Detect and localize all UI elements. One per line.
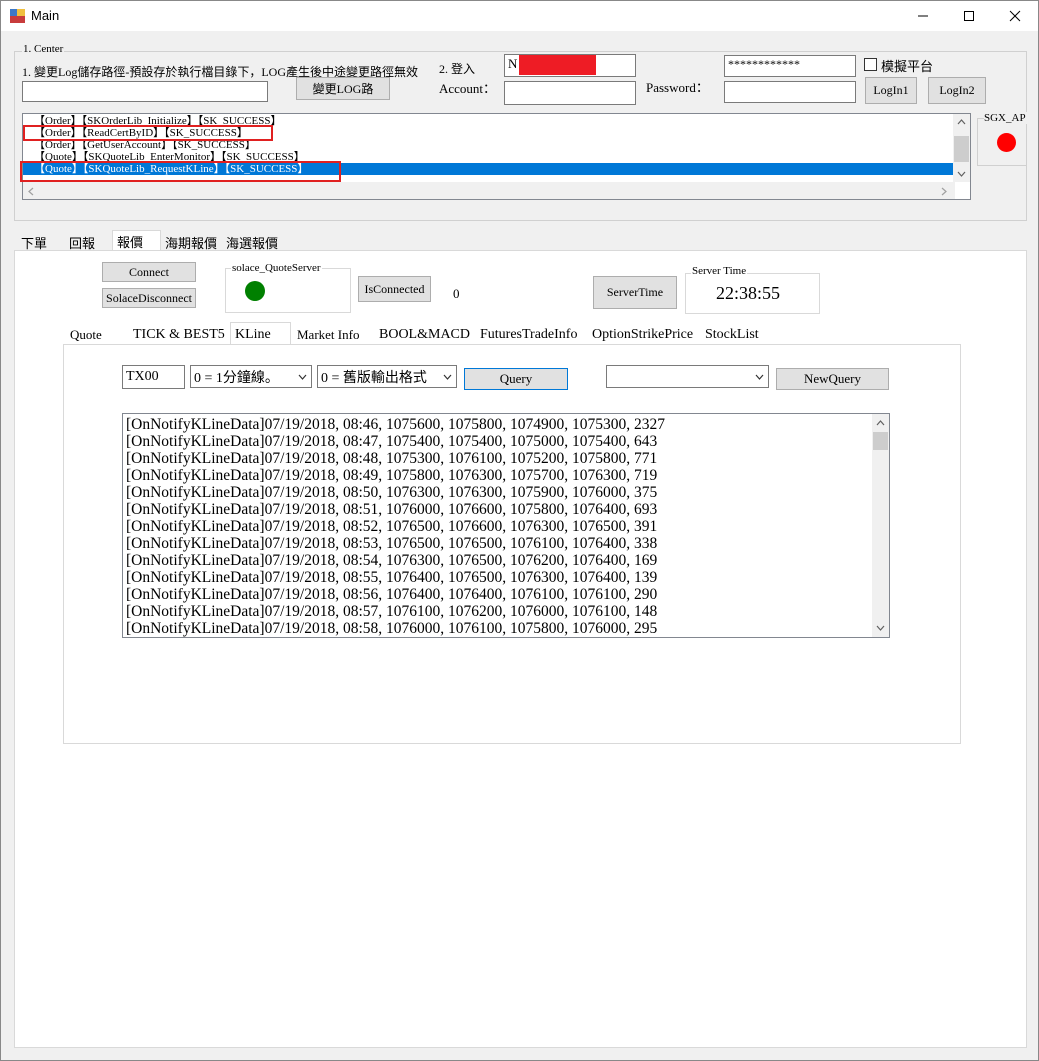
password-input-2[interactable] — [724, 81, 856, 103]
subtab-market-info[interactable]: Market Info — [293, 325, 363, 345]
subtab-kline[interactable]: KLine — [230, 322, 291, 346]
maximize-icon — [964, 11, 974, 21]
simulate-label: 模擬平台 — [881, 59, 934, 74]
tab-order[interactable]: 下單 — [17, 232, 51, 252]
subtab-option-strike-price[interactable]: OptionStrikePrice — [588, 325, 697, 345]
log-path-input[interactable] — [22, 81, 268, 102]
output-format-select-value: 0 = 舊版輸出格式 — [321, 370, 427, 386]
tab-quote[interactable]: 報價 — [112, 230, 161, 252]
is-connected-button[interactable]: IsConnected — [358, 276, 431, 302]
scroll-down-icon[interactable] — [957, 171, 966, 177]
server-time-value: 22:38:55 — [716, 283, 781, 303]
maximize-button[interactable] — [946, 1, 992, 31]
highlight-annotation — [20, 161, 341, 182]
kline-data-row[interactable]: [OnNotifyKLineData]07/19/2018, 08:55, 10… — [123, 569, 889, 586]
new-query-select[interactable] — [606, 365, 769, 388]
minimize-icon — [918, 15, 928, 17]
tab-report[interactable]: 回報 — [65, 232, 99, 252]
chevron-down-icon — [755, 374, 764, 380]
kline-data-row[interactable]: [OnNotifyKLineData]07/19/2018, 08:49, 10… — [123, 467, 889, 484]
change-log-path-button[interactable]: 變更LOG路 — [296, 77, 390, 100]
log-scroll-thumb[interactable] — [954, 136, 969, 162]
solace-server-label: solace_QuoteServer — [231, 262, 322, 274]
main-window: Main 1. Center 1. 變更Log儲存路徑-預設存於執行檔目錄下，L… — [0, 0, 1039, 1061]
account-input-text: N — [508, 56, 518, 71]
kline-data-row[interactable]: [OnNotifyKLineData]07/19/2018, 08:47, 10… — [123, 433, 889, 450]
login1-button[interactable]: LogIn1 — [865, 77, 917, 104]
app-icon — [10, 9, 25, 23]
solace-server-group — [225, 268, 351, 313]
subtab-bool-macd[interactable]: BOOL&MACD — [375, 325, 474, 345]
kline-data-row[interactable]: [OnNotifyKLineData]07/19/2018, 08:50, 10… — [123, 484, 889, 501]
password-input[interactable]: ************ — [724, 55, 856, 77]
password-label: Password： — [646, 80, 709, 95]
minimize-button[interactable] — [900, 1, 946, 31]
kline-data-listbox[interactable]: [OnNotifyKLineData]07/19/2018, 08:46, 10… — [122, 413, 890, 638]
tab-overseas-options[interactable]: 海選報價 — [222, 232, 282, 252]
sgx-label: SGX_AP — [984, 112, 1027, 124]
scroll-right-icon[interactable] — [941, 187, 947, 196]
solace-disconnect-button[interactable]: SolaceDisconnect — [102, 288, 196, 308]
kline-data-row[interactable]: [OnNotifyKLineData]07/19/2018, 08:57, 10… — [123, 603, 889, 620]
kline-data-row[interactable]: [OnNotifyKLineData]07/19/2018, 08:52, 10… — [123, 518, 889, 535]
query-button[interactable]: Query — [464, 368, 568, 390]
highlight-annotation — [23, 125, 273, 141]
kline-type-select[interactable]: 0 = 1分鐘線。 — [190, 365, 312, 388]
subtab-futures-trade-info[interactable]: FuturesTradeInfo — [476, 325, 581, 345]
sgx-status-indicator — [997, 133, 1016, 152]
scroll-down-icon[interactable] — [876, 625, 885, 631]
account-input-2[interactable] — [504, 81, 636, 105]
connect-button[interactable]: Connect — [102, 262, 196, 282]
kline-data-row[interactable]: [OnNotifyKLineData]07/19/2018, 08:58, 10… — [123, 620, 889, 637]
is-connected-value: 0 — [453, 286, 460, 301]
server-time-label: Server Time — [691, 265, 748, 277]
close-button[interactable] — [992, 1, 1038, 31]
log-horizontal-scrollbar[interactable] — [23, 182, 955, 199]
chevron-down-icon — [298, 374, 307, 380]
simulate-checkbox[interactable] — [864, 58, 877, 71]
login-label: 2. 登入 — [439, 62, 476, 76]
log-vertical-scrollbar[interactable] — [953, 114, 970, 182]
subtab-quote[interactable]: Quote — [66, 325, 106, 345]
chevron-down-icon — [443, 374, 452, 380]
login2-button[interactable]: LogIn2 — [928, 77, 986, 104]
kline-data-row[interactable]: [OnNotifyKLineData]07/19/2018, 08:46, 10… — [123, 416, 889, 433]
center-group-label: 1. Center — [22, 43, 65, 55]
kline-data-row[interactable]: [OnNotifyKLineData]07/19/2018, 08:51, 10… — [123, 501, 889, 518]
server-time-button[interactable]: ServerTime — [593, 276, 677, 309]
kline-data-row[interactable]: [OnNotifyKLineData]07/19/2018, 08:53, 10… — [123, 535, 889, 552]
title-bar: Main — [1, 1, 1038, 31]
kline-vertical-scrollbar[interactable] — [872, 414, 889, 637]
window-title: Main — [31, 8, 60, 23]
solace-status-indicator — [245, 281, 265, 301]
output-format-select[interactable]: 0 = 舊版輸出格式 — [317, 365, 457, 388]
tab-overseas-futures[interactable]: 海期報價 — [161, 232, 221, 252]
new-query-button[interactable]: NewQuery — [776, 368, 889, 390]
symbol-input[interactable]: TX00 — [122, 365, 185, 389]
kline-type-select-value: 0 = 1分鐘線。 — [194, 370, 279, 386]
scroll-up-icon[interactable] — [957, 119, 966, 125]
redaction-block — [519, 55, 596, 75]
kline-data-row[interactable]: [OnNotifyKLineData]07/19/2018, 08:54, 10… — [123, 552, 889, 569]
subtab-tick-best5[interactable]: TICK & BEST5 — [129, 325, 229, 345]
scroll-up-icon[interactable] — [876, 420, 885, 426]
kline-data-row[interactable]: [OnNotifyKLineData]07/19/2018, 08:56, 10… — [123, 586, 889, 603]
close-icon — [1009, 10, 1021, 22]
subtab-stock-list[interactable]: StockList — [701, 325, 763, 345]
kline-scroll-thumb[interactable] — [873, 432, 888, 450]
kline-data-row[interactable]: [OnNotifyKLineData]07/19/2018, 08:48, 10… — [123, 450, 889, 467]
account-label: Account： — [439, 81, 497, 96]
scroll-left-icon[interactable] — [28, 187, 34, 196]
